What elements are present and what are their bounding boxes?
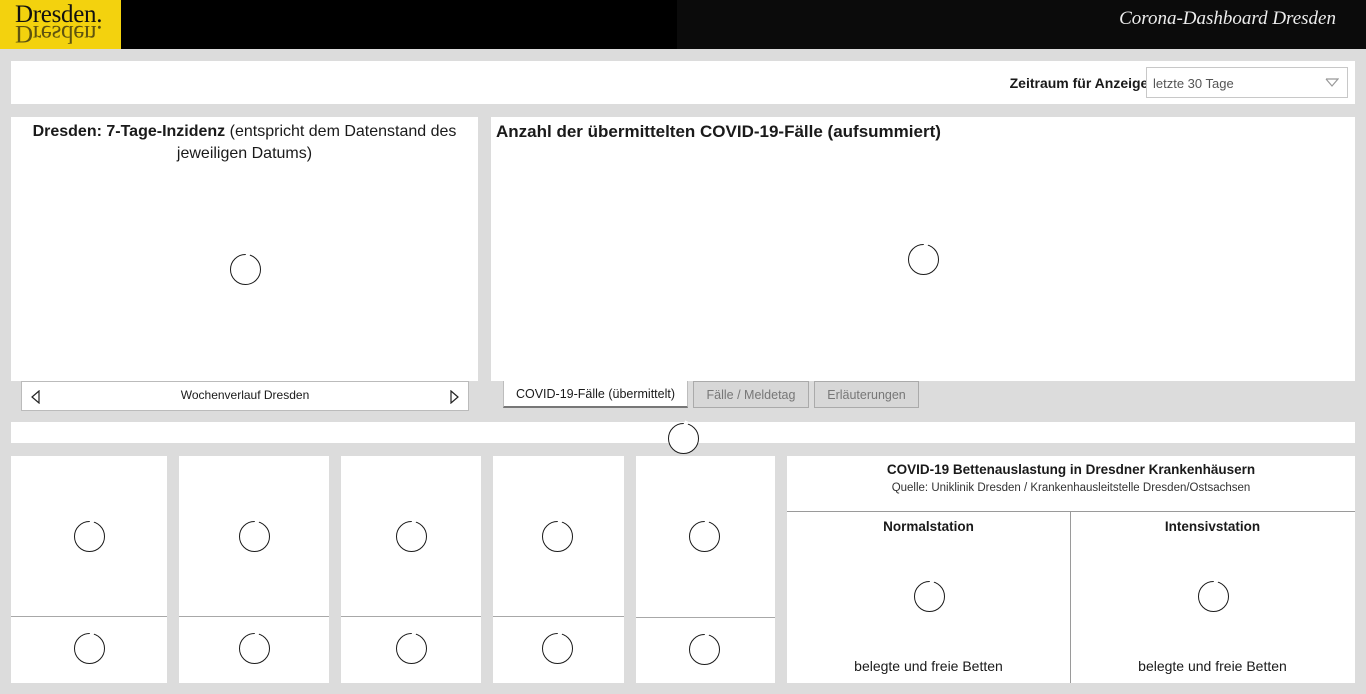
beds-divider [787, 511, 1355, 512]
loading-spinner-icon [396, 521, 427, 552]
tab-covid-cases[interactable]: COVID-19-Fälle (übermittelt) [503, 381, 688, 408]
loading-spinner-icon [239, 521, 270, 552]
loading-spinner-icon [239, 633, 270, 664]
loading-spinner-icon [668, 423, 699, 454]
icu-legend: belegte und freie Betten [1138, 658, 1287, 674]
loading-spinner-icon [542, 633, 573, 664]
timeframe-selected-value: letzte 30 Tage [1153, 76, 1234, 91]
cases-panel: Anzahl der übermittelten COVID-19-Fälle … [491, 117, 1355, 381]
loading-spinner-icon [689, 521, 720, 552]
loading-spinner-icon [74, 633, 105, 664]
kpi-card-4 [493, 456, 624, 683]
kpi-divider [179, 616, 329, 617]
triangle-right-icon[interactable] [449, 390, 459, 404]
app-title: Corona-Dashboard Dresden [1119, 8, 1336, 29]
loading-spinner-icon [230, 254, 261, 285]
loading-spinner-icon [914, 581, 945, 612]
loading-spinner-icon [396, 633, 427, 664]
loading-spinner-icon [542, 521, 573, 552]
kpi-card-5 [636, 456, 775, 683]
kpi-divider [636, 617, 775, 618]
kpi-divider [493, 616, 624, 617]
loading-spinner-icon [908, 244, 939, 275]
incidence-title: Dresden: 7-Tage-Inzidenz (entspricht dem… [21, 121, 468, 165]
beds-panel: COVID-19 Bettenauslastung in Dresdner Kr… [787, 456, 1355, 683]
incidence-title-bold: Dresden: 7-Tage-Inzidenz [32, 123, 226, 140]
incidence-panel: Dresden: 7-Tage-Inzidenz (entspricht dem… [11, 117, 478, 381]
logo-reflection: Dresden. [15, 20, 103, 47]
tab-cases-per-day[interactable]: Fälle / Meldetag [693, 381, 809, 408]
icu-title: Intensivstation [1164, 519, 1261, 534]
normal-ward-title: Normalstation [883, 519, 974, 534]
normal-ward-legend: belegte und freie Betten [854, 658, 1003, 674]
beds-source: Quelle: Uniklinik Dresden / Krankenhausl… [891, 482, 1251, 494]
dresden-logo[interactable]: Dresden. Dresden. [0, 0, 121, 49]
cases-title: Anzahl der übermittelten COVID-19-Fälle … [496, 122, 941, 141]
chevron-down-icon [1325, 78, 1339, 87]
kpi-divider [341, 616, 481, 617]
tab-explanations[interactable]: Erläuterungen [814, 381, 919, 408]
filter-bar: Zeitraum für Anzeige: letzte 30 Tage [11, 61, 1355, 104]
app-header: Dresden. Dresden. Corona-Dashboard Dresd… [0, 0, 1366, 49]
kpi-card-2 [179, 456, 329, 683]
loading-spinner-icon [1198, 581, 1229, 612]
timeframe-select[interactable]: letzte 30 Tage [1146, 67, 1348, 98]
incidence-nav-label: Wochenverlauf Dresden [180, 388, 310, 402]
loading-spinner-icon [689, 634, 720, 665]
timeframe-label: Zeitraum für Anzeige: [1009, 75, 1153, 91]
kpi-divider [11, 616, 167, 617]
kpi-card-3 [341, 456, 481, 683]
beds-title: COVID-19 Bettenauslastung in Dresdner Kr… [886, 462, 1256, 477]
loading-spinner-icon [74, 521, 105, 552]
kpi-card-1 [11, 456, 167, 683]
incidence-nav-bar: Wochenverlauf Dresden [21, 381, 469, 411]
